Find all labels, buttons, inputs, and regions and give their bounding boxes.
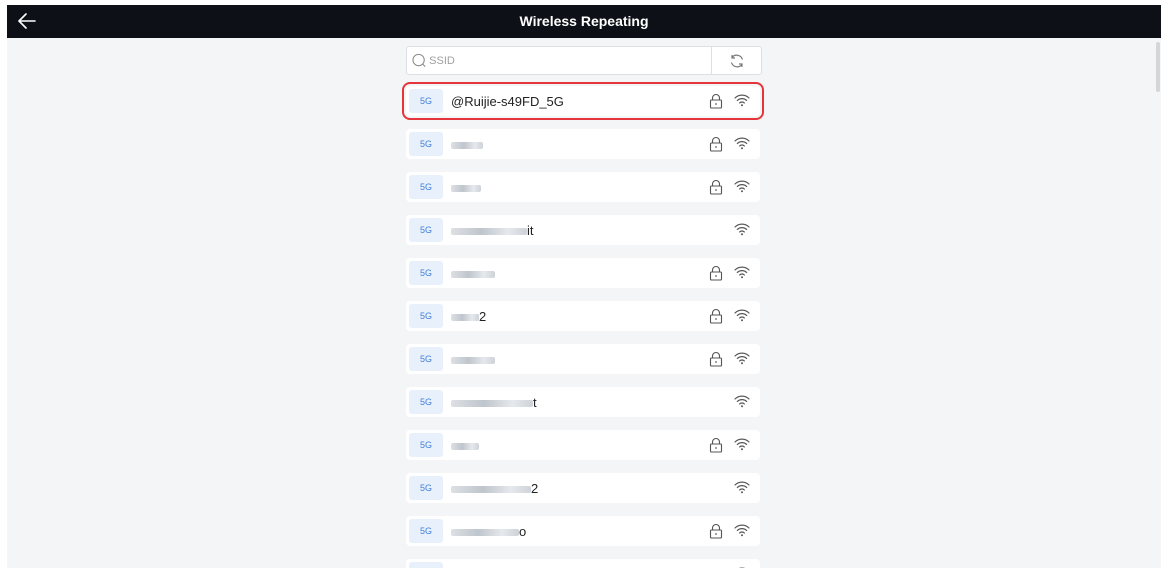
band-badge: 5G <box>409 476 443 500</box>
ssid-suffix: 2 <box>479 308 487 324</box>
network-row[interactable]: 5G <box>406 430 760 460</box>
redacted-ssid <box>451 141 483 149</box>
search-input-wrapper[interactable] <box>407 47 711 74</box>
redacted-ssid <box>451 270 495 278</box>
lock-icon <box>709 308 723 324</box>
network-row[interactable]: 5G t <box>406 387 760 417</box>
redacted-ssid <box>451 399 533 407</box>
wifi-signal-icon <box>734 438 750 451</box>
lock-icon <box>709 351 723 367</box>
network-row[interactable]: 5G <box>406 129 760 159</box>
band-badge: 5G <box>409 433 443 457</box>
band-badge: 5G <box>409 519 443 543</box>
network-row[interactable]: 5G 2 <box>406 301 760 331</box>
wifi-signal-icon <box>734 352 750 365</box>
band-badge: 5G <box>409 390 443 414</box>
redacted-ssid <box>451 227 527 235</box>
band-badge: 5G <box>409 89 443 113</box>
wifi-signal-icon <box>734 137 750 150</box>
band-badge: 5G <box>409 218 443 242</box>
wifi-signal-icon <box>734 266 750 279</box>
network-row[interactable]: 5G @Ruijie-s49FD_5G <box>402 82 764 120</box>
wifi-signal-icon <box>734 223 750 236</box>
band-badge: 5G <box>409 132 443 156</box>
band-badge: 5G <box>409 175 443 199</box>
redacted-ssid <box>451 356 495 364</box>
lock-icon <box>709 136 723 152</box>
lock-icon <box>709 437 723 453</box>
network-row[interactable]: 5G o <box>406 516 760 546</box>
header-bar: Wireless Repeating <box>7 5 1161 38</box>
network-row[interactable]: 5G 2 <box>406 473 760 503</box>
search-input[interactable] <box>429 54 711 67</box>
redacted-ssid <box>451 184 481 192</box>
lock-icon <box>709 93 723 109</box>
wifi-signal-icon <box>734 94 750 107</box>
redacted-ssid <box>451 528 519 536</box>
redacted-ssid <box>451 485 531 493</box>
refresh-icon <box>730 54 743 67</box>
ssid-suffix: t <box>533 394 537 410</box>
wifi-signal-icon <box>734 180 750 193</box>
wifi-signal-icon <box>734 524 750 537</box>
band-badge: 5G <box>409 304 443 328</box>
ssid-label: it <box>451 223 760 238</box>
wifi-signal-icon <box>734 309 750 322</box>
scrollbar[interactable] <box>1156 42 1160 92</box>
redacted-ssid <box>451 442 479 450</box>
lock-icon <box>709 523 723 539</box>
network-row[interactable]: 5G it <box>406 215 760 245</box>
network-row[interactable]: 5G <box>406 258 760 288</box>
page-title: Wireless Repeating <box>519 13 649 29</box>
ssid-label: 2 <box>451 481 760 496</box>
lock-icon <box>709 265 723 281</box>
search-bar <box>406 46 762 75</box>
main-content: 5G @Ruijie-s49FD_5G 5G 5G <box>7 38 1161 568</box>
ssid-label: t <box>451 395 760 410</box>
network-row[interactable]: 5G <box>406 559 760 568</box>
ssid-suffix: it <box>527 222 534 238</box>
search-icon <box>412 53 426 67</box>
wifi-signal-icon <box>734 395 750 408</box>
network-row[interactable]: 5G <box>406 344 760 374</box>
band-badge: 5G <box>409 261 443 285</box>
ssid-suffix: o <box>519 523 527 539</box>
refresh-button[interactable] <box>711 47 761 74</box>
band-badge: 5G <box>409 347 443 371</box>
network-row[interactable]: 5G <box>406 172 760 202</box>
ssid-suffix: 2 <box>531 480 539 496</box>
lock-icon <box>709 179 723 195</box>
wifi-signal-icon <box>734 481 750 494</box>
band-badge: 5G <box>409 562 443 568</box>
redacted-ssid <box>451 313 479 321</box>
